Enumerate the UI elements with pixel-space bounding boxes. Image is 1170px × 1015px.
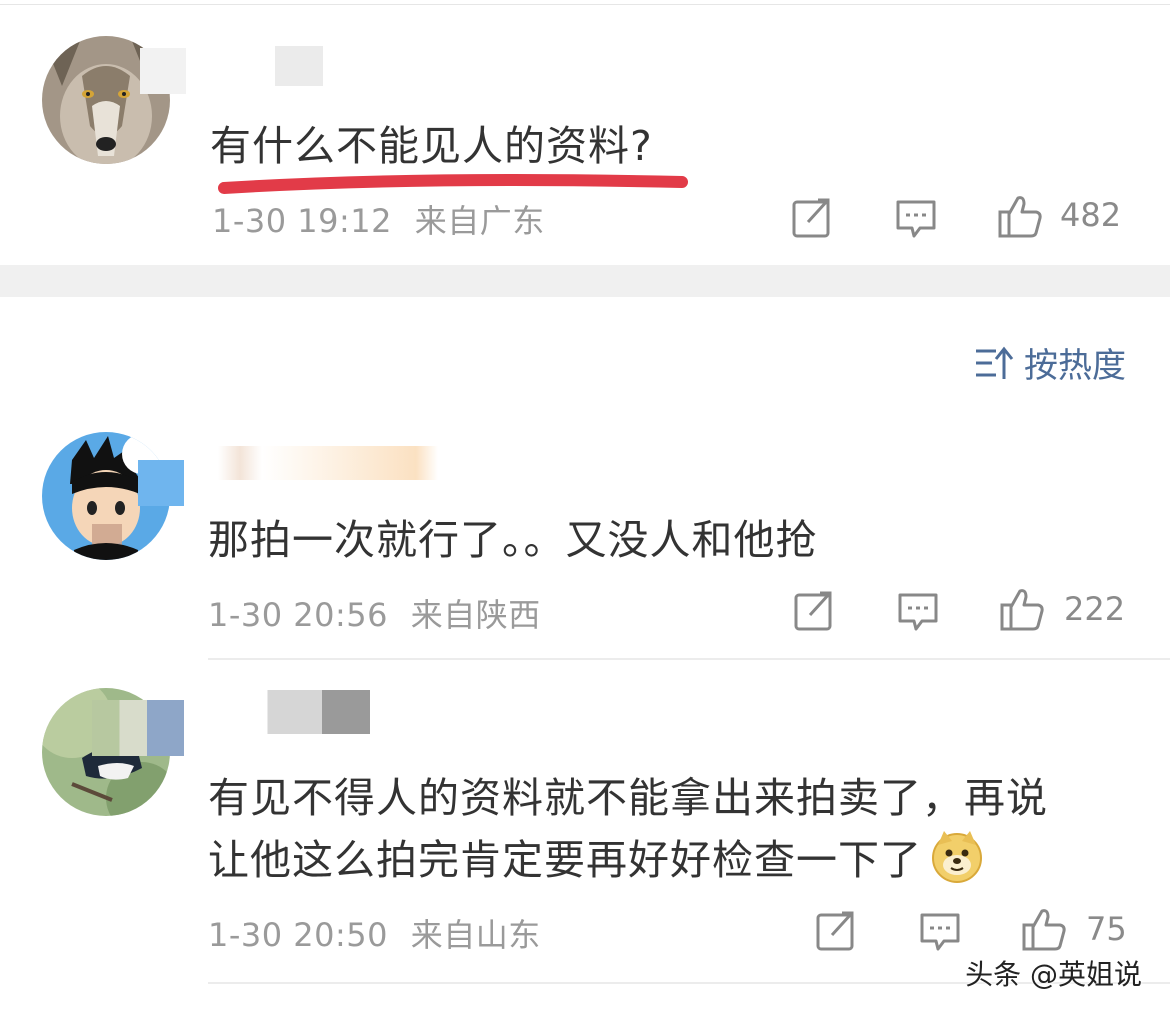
comment-divider <box>208 658 1170 660</box>
comment-icon[interactable] <box>918 909 962 953</box>
sort-toggle[interactable]: 按热度 <box>974 338 1126 387</box>
thumbs-up-icon[interactable] <box>996 192 1044 240</box>
comment-text: 那拍一次就行了。。又没人和他抢 <box>208 516 818 564</box>
sort-icon <box>976 346 1014 379</box>
comment-location: 来自山东 <box>410 916 541 954</box>
comment-meta: 1-30 20:50 来自山东 <box>208 910 541 956</box>
share-icon[interactable] <box>814 909 858 953</box>
share-icon[interactable] <box>790 196 834 240</box>
comment-time: 1-30 20:56 <box>208 596 389 634</box>
doge-emoji <box>932 831 982 883</box>
share-icon[interactable] <box>792 589 836 633</box>
username-redacted[interactable] <box>140 48 186 94</box>
comment-text: 有什么不能见人的资料? <box>210 122 653 170</box>
section-separator <box>0 265 1170 297</box>
watermark: 头条 @英姐说 <box>965 958 1142 991</box>
comment-meta: 1-30 19:12 来自广东 <box>212 196 545 242</box>
comment-page: 有什么不能见人的资料? 1-30 19:12 来自广东 482 按热度 那拍一次… <box>0 0 1170 1015</box>
comment-text-line2-span: 让他这么拍完肯定要再好好检查一下了 <box>208 836 922 884</box>
like-count: 75 <box>1086 910 1127 948</box>
username-redacted-blue <box>138 460 184 506</box>
comment-icon[interactable] <box>896 589 940 633</box>
username-redacted-3[interactable] <box>218 446 438 480</box>
comment-location: 来自广东 <box>414 202 545 240</box>
sort-label: 按热度 <box>1024 346 1126 386</box>
username-redacted-2 <box>275 46 323 86</box>
thumbs-up-icon[interactable] <box>998 585 1046 633</box>
top-divider <box>0 4 1170 5</box>
comment-text-line1: 有见不得人的资料就不能拿出来拍卖了，再说 <box>208 774 1048 822</box>
comment-meta: 1-30 20:56 来自陕西 <box>208 590 541 636</box>
comment-text-line2: 让他这么拍完肯定要再好好检查一下了 <box>208 826 984 886</box>
username-redacted-4[interactable] <box>210 690 370 734</box>
comment-icon[interactable] <box>894 196 938 240</box>
comment-time: 1-30 20:50 <box>208 916 389 954</box>
like-count: 222 <box>1064 590 1126 628</box>
like-count: 482 <box>1060 196 1122 234</box>
comment-time: 1-30 19:12 <box>212 202 393 240</box>
comment-location: 来自陕西 <box>410 596 541 634</box>
red-underline <box>218 174 688 194</box>
thumbs-up-icon[interactable] <box>1020 905 1068 953</box>
avatar-mosaic <box>92 700 184 756</box>
